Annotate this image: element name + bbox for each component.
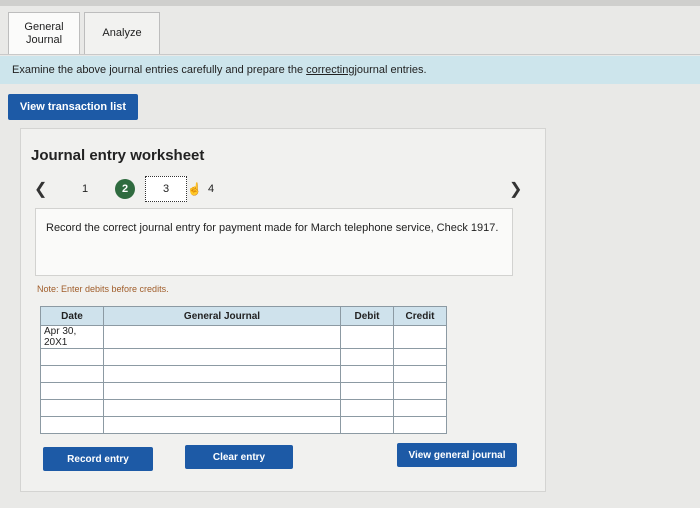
hand-pointer-icon: ☝ bbox=[187, 182, 202, 196]
note-text: Note: Enter debits before credits. bbox=[37, 284, 169, 294]
table-header-row: Date General Journal Debit Credit bbox=[40, 306, 447, 326]
account-cell[interactable] bbox=[103, 365, 341, 383]
debit-cell[interactable] bbox=[340, 325, 394, 349]
debit-cell[interactable] bbox=[340, 416, 394, 434]
credit-cell[interactable] bbox=[393, 399, 447, 417]
credit-cell[interactable] bbox=[393, 325, 447, 349]
credit-cell[interactable] bbox=[393, 416, 447, 434]
date-cell[interactable] bbox=[40, 416, 104, 434]
clear-entry-button[interactable]: Clear entry bbox=[185, 445, 293, 469]
tab-general-journal-label: General Journal bbox=[24, 20, 64, 46]
date-cell[interactable] bbox=[40, 365, 104, 383]
credit-cell[interactable] bbox=[393, 382, 447, 400]
instruction-text-after: journal entries. bbox=[354, 64, 427, 76]
view-transaction-list-button[interactable]: View transaction list bbox=[8, 94, 138, 120]
date-cell[interactable]: Apr 30, 20X1 bbox=[40, 325, 104, 349]
header-debit: Debit bbox=[340, 306, 394, 326]
credit-cell[interactable] bbox=[393, 348, 447, 366]
instruction-text-before: Examine the above journal entries carefu… bbox=[12, 64, 304, 76]
debit-cell[interactable] bbox=[340, 399, 394, 417]
table-row bbox=[40, 382, 447, 400]
journal-table: Date General Journal Debit Credit Apr 30… bbox=[40, 306, 447, 434]
header-credit: Credit bbox=[393, 306, 447, 326]
table-row: Apr 30, 20X1 bbox=[40, 325, 447, 349]
credit-cell[interactable] bbox=[393, 365, 447, 383]
step-1[interactable]: 1 bbox=[75, 179, 95, 199]
table-row bbox=[40, 399, 447, 417]
worksheet-title: Journal entry worksheet bbox=[31, 147, 205, 164]
date-cell[interactable] bbox=[40, 348, 104, 366]
chevron-right-icon[interactable]: ❯ bbox=[509, 179, 522, 199]
date-cell[interactable] bbox=[40, 382, 104, 400]
tab-bar: General Journal Analyze bbox=[0, 8, 700, 55]
table-row bbox=[40, 416, 447, 434]
header-general-journal: General Journal bbox=[103, 306, 341, 326]
view-general-journal-button[interactable]: View general journal bbox=[397, 443, 517, 467]
account-cell[interactable] bbox=[103, 325, 341, 349]
entry-description: Record the correct journal entry for pay… bbox=[35, 208, 513, 276]
tab-general-journal[interactable]: General Journal bbox=[8, 12, 80, 54]
instruction-bar: Examine the above journal entries carefu… bbox=[0, 56, 700, 84]
debit-cell[interactable] bbox=[340, 348, 394, 366]
account-cell[interactable] bbox=[103, 416, 341, 434]
record-entry-button[interactable]: Record entry bbox=[43, 447, 153, 471]
debit-cell[interactable] bbox=[340, 382, 394, 400]
table-row bbox=[40, 348, 447, 366]
top-bar bbox=[0, 0, 700, 6]
header-date: Date bbox=[40, 306, 104, 326]
account-cell[interactable] bbox=[103, 382, 341, 400]
journal-entry-worksheet: Journal entry worksheet ❮ 1 2 3 ☝ 4 ❯ Re… bbox=[20, 128, 546, 492]
chevron-left-icon[interactable]: ❮ bbox=[34, 179, 47, 199]
entry-description-text: Record the correct journal entry for pay… bbox=[46, 222, 499, 234]
account-cell[interactable] bbox=[103, 399, 341, 417]
step-3-focused[interactable]: 3 bbox=[145, 176, 187, 202]
table-row bbox=[40, 365, 447, 383]
instruction-text-underlined: correcting bbox=[306, 64, 355, 76]
tab-analyze-label: Analyze bbox=[102, 27, 142, 39]
tab-analyze[interactable]: Analyze bbox=[84, 12, 160, 54]
step-4[interactable]: 4 bbox=[201, 179, 221, 199]
account-cell[interactable] bbox=[103, 348, 341, 366]
debit-cell[interactable] bbox=[340, 365, 394, 383]
date-cell[interactable] bbox=[40, 399, 104, 417]
step-2-active[interactable]: 2 bbox=[115, 179, 135, 199]
